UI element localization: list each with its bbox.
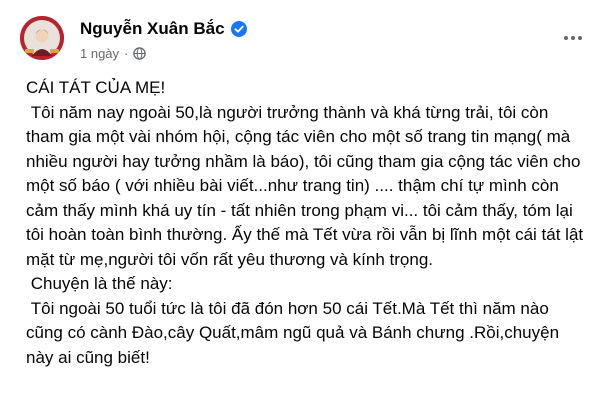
post-paragraph: Chuyện là thế này: [26, 274, 173, 293]
post-header: Nguyễn Xuân Bắc 1 ngày · [14, 14, 586, 66]
more-horizontal-icon [563, 35, 583, 41]
avatar[interactable] [20, 16, 64, 60]
more-options-button[interactable] [560, 28, 586, 48]
post-meta: 1 ngày · [80, 44, 147, 62]
verified-badge-icon [230, 21, 247, 37]
facebook-post: Nguyễn Xuân Bắc 1 ngày · CÁI TÁT CỦA MẸ!… [0, 0, 600, 400]
avatar-decoration [50, 49, 59, 53]
author-line: Nguyễn Xuân Bắc [80, 18, 247, 40]
post-paragraph: CÁI TÁT CỦA MẸ! [26, 78, 166, 97]
avatar-image [20, 16, 64, 60]
post-timestamp[interactable]: 1 ngày [80, 46, 119, 61]
author-name[interactable]: Nguyễn Xuân Bắc [80, 19, 225, 39]
avatar-decoration [25, 49, 34, 53]
globe-icon[interactable] [133, 46, 147, 60]
post-paragraph: Tôi ngoài 50 tuổi tức là tôi đã đón hơn … [26, 298, 564, 367]
post-content: CÁI TÁT CỦA MẸ! Tôi năm nay ngoài 50,là … [26, 76, 586, 370]
meta-separator: · [124, 45, 129, 61]
post-paragraph: Tôi năm nay ngoài 50,là người trưởng thà… [26, 102, 588, 269]
